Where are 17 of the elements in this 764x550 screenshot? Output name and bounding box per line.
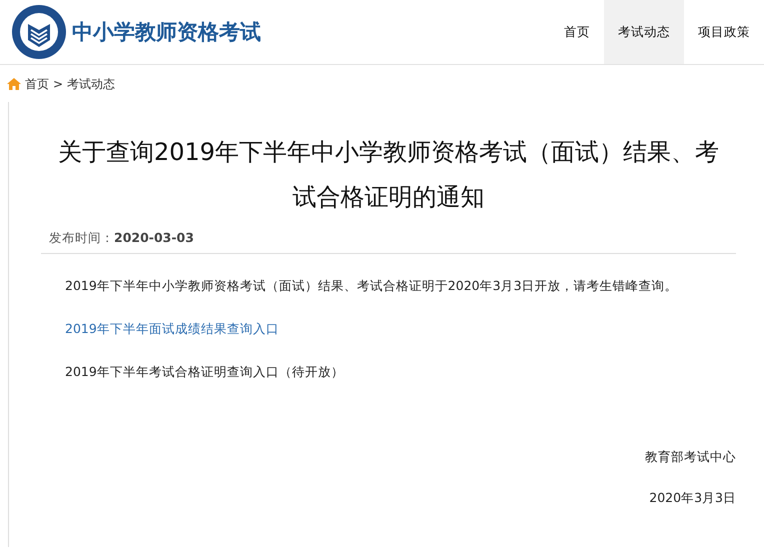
- logo-icon: [11, 4, 67, 60]
- breadcrumb-link[interactable]: 首页: [25, 76, 49, 92]
- nav-item[interactable]: 首页: [550, 0, 604, 64]
- article-title: 关于查询2019年下半年中小学教师资格考试（面试）结果、考试合格证明的通知: [56, 137, 720, 213]
- site-title: 中小学教师资格考试: [72, 19, 261, 46]
- nav-item[interactable]: 项目政策: [684, 0, 764, 64]
- publish-date: 2020-03-03: [114, 230, 194, 245]
- date-label: 发布时间：: [49, 230, 114, 245]
- paragraph: 2019年下半年考试合格证明查询入口（待开放）: [65, 363, 344, 381]
- signed-date: 2020年3月3日: [648, 490, 736, 507]
- paragraph: 2019年下半年中小学教师资格考试（面试）结果、考试合格证明于2020年3月3日开放，请考生错峰查询。: [65, 277, 678, 295]
- breadcrumb-current: 考试动态: [67, 76, 116, 92]
- nav-item[interactable]: 考试动态: [604, 0, 684, 64]
- query-link[interactable]: 2019年下半年面试成绩结果查询入口: [65, 319, 279, 338]
- home-icon: [7, 78, 21, 90]
- breadcrumb-separator: >: [53, 77, 64, 91]
- signature: 教育部考试中心: [644, 449, 736, 466]
